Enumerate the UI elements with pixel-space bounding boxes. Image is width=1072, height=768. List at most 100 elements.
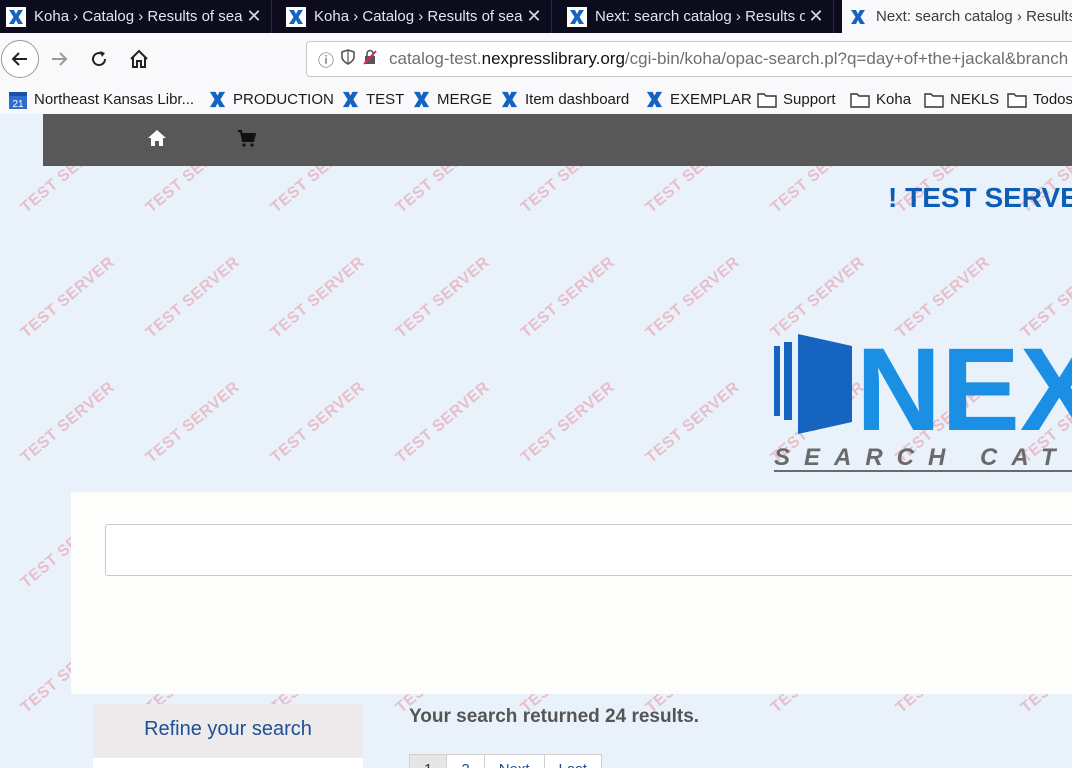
navigation-toolbar: ⓘ catalog-test.nexpresslibrary.org/cgi-b… [0,33,1072,85]
bookmark-label: Support [783,91,836,108]
bookmark-production[interactable]: PRODUCTION [208,85,334,114]
tab-title: Koha › Catalog › Results of search [34,8,243,25]
close-tab-icon[interactable]: ✕ [523,6,545,27]
koha-x-icon [286,6,306,27]
watermark-text: TEST SERVER [642,378,743,467]
forward-button[interactable] [42,42,76,76]
search-input[interactable] [105,524,1072,576]
home-icon[interactable] [147,128,167,154]
koha-x-icon [567,6,587,27]
bookmark-northeast-kansas[interactable]: 21 Northeast Kansas Libr... [8,85,194,114]
x-logo-icon [645,90,664,109]
watermark-text: TEST SERVER [267,378,368,467]
refine-search-heading[interactable]: Refine your search [93,718,363,741]
bookmarks-toolbar: 21 Northeast Kansas Libr... PRODUCTION T… [0,85,1072,115]
watermark-text: TEST SERVER [1017,253,1072,342]
watermark-text: TEST SERVER [642,253,743,342]
close-tab-icon[interactable]: ✕ [243,6,265,27]
watermark-text: TEST SERVER [517,378,618,467]
calendar-icon: 21 [8,90,28,110]
bookmark-label: Item dashboard [525,91,630,108]
bookmark-label: EXEMPLAR [670,91,752,108]
bookmark-exemplar[interactable]: EXEMPLAR [645,85,752,114]
bookmark-folder-support[interactable]: Support [757,85,836,114]
bookmark-label: PRODUCTION [233,91,334,108]
home-button[interactable] [122,42,156,76]
x-logo-icon [208,90,227,109]
logo-underline [774,470,1072,472]
x-logo-icon [341,90,360,109]
folder-icon [850,92,870,108]
test-server-banner: ! TEST SERVER [888,182,1072,213]
x-logo-icon [412,90,431,109]
site-navbar [43,114,1072,166]
nexpress-logo[interactable]: NEX [772,324,1072,456]
calendar-badge: 21 [12,99,24,110]
arrow-right-icon [52,52,68,66]
tab-title: Koha › Catalog › Results of search [314,8,523,25]
watermark-text: TEST SERVER [142,253,243,342]
insecure-lock-icon[interactable] [359,49,381,70]
refine-body [93,758,363,768]
folder-icon [924,92,944,108]
web-page: TEST SERVER TEST SERVER TEST SERVER TEST SE… [0,114,1072,768]
tab-strip: Koha › Catalog › Results of search ✕ Koh… [0,0,1072,33]
url-text: catalog-test.nexpresslibrary.org/cgi-bin… [389,49,1068,69]
bookmark-label: NEKLS [950,91,1000,108]
folder-icon [1007,92,1027,108]
bookmark-label: TEST [366,91,405,108]
page-2-link[interactable]: 2 [446,754,485,768]
tab-title: Next: search catalog › Results of search [876,8,1072,25]
watermark-text: TEST SERVER [767,253,868,342]
bookmark-item-dashboard[interactable]: Item dashboard [500,85,629,114]
pagination: 1 2 Next Last [409,754,602,768]
url-path: /cgi-bin/koha/opac-search.pl?q=day+of+th… [624,49,1069,68]
results-count: Your search returned 24 results. [409,706,700,727]
watermark-text: TEST SERVER [392,378,493,467]
x-logo-icon [500,90,519,109]
watermark-text: TEST SERVER [892,253,993,342]
back-button[interactable] [1,40,39,78]
refine-sidebar: Refine your search [93,704,363,768]
koha-x-icon [6,6,26,27]
last-page-link[interactable]: Last [543,754,602,768]
bookmark-folder-nekls[interactable]: NEKLS [924,85,999,114]
watermark-text: TEST SERVER [17,253,118,342]
url-bar[interactable]: ⓘ catalog-test.nexpresslibrary.org/cgi-b… [306,41,1072,77]
search-panel [71,492,1072,694]
bookmark-folder-todos[interactable]: Todos [1007,85,1072,114]
bookmark-label: Koha [876,91,912,108]
home-icon [130,49,148,68]
watermark-text: TEST SERVER [17,378,118,467]
koha-x-icon [848,7,868,27]
folder-icon [757,92,777,108]
next-page-link[interactable]: Next [483,754,545,768]
logo-text: NEX [856,330,1072,442]
reload-button[interactable] [82,42,116,76]
bookmark-label: MERGE [437,91,493,108]
bookmark-folder-koha[interactable]: Koha [850,85,911,114]
watermark-text: TEST SERVER [267,253,368,342]
url-prefix: catalog-test. [389,49,482,68]
bookmark-merge[interactable]: MERGE [412,85,492,114]
bookmark-test[interactable]: TEST [341,85,404,114]
page-1-link[interactable]: 1 [409,754,448,768]
watermark-text: TEST SERVER [392,253,493,342]
logo-subtitle: SEARCH CAT [774,444,1070,471]
browser-tab-4-active[interactable]: Next: search catalog › Results of search [842,0,1072,33]
reload-icon [92,51,107,67]
browser-tab-1[interactable]: Koha › Catalog › Results of search ✕ [0,0,272,33]
tab-title: Next: search catalog › Results of search [595,8,805,25]
browser-tab-2[interactable]: Koha › Catalog › Results of search ✕ [280,0,552,33]
close-tab-icon[interactable]: ✕ [805,6,827,27]
watermark-text: TEST SERVER [517,253,618,342]
cart-icon[interactable] [237,128,257,154]
bookmark-label: Northeast Kansas Libr... [34,91,195,108]
info-icon[interactable]: ⓘ [315,47,337,71]
arrow-left-icon [11,52,27,66]
bookmark-label: Todos [1033,91,1072,108]
url-domain: nexpresslibrary.org [481,49,625,68]
watermark-text: TEST SERVER [142,378,243,467]
shield-icon[interactable] [337,48,359,70]
browser-tab-3[interactable]: Next: search catalog › Results of search… [561,0,834,33]
